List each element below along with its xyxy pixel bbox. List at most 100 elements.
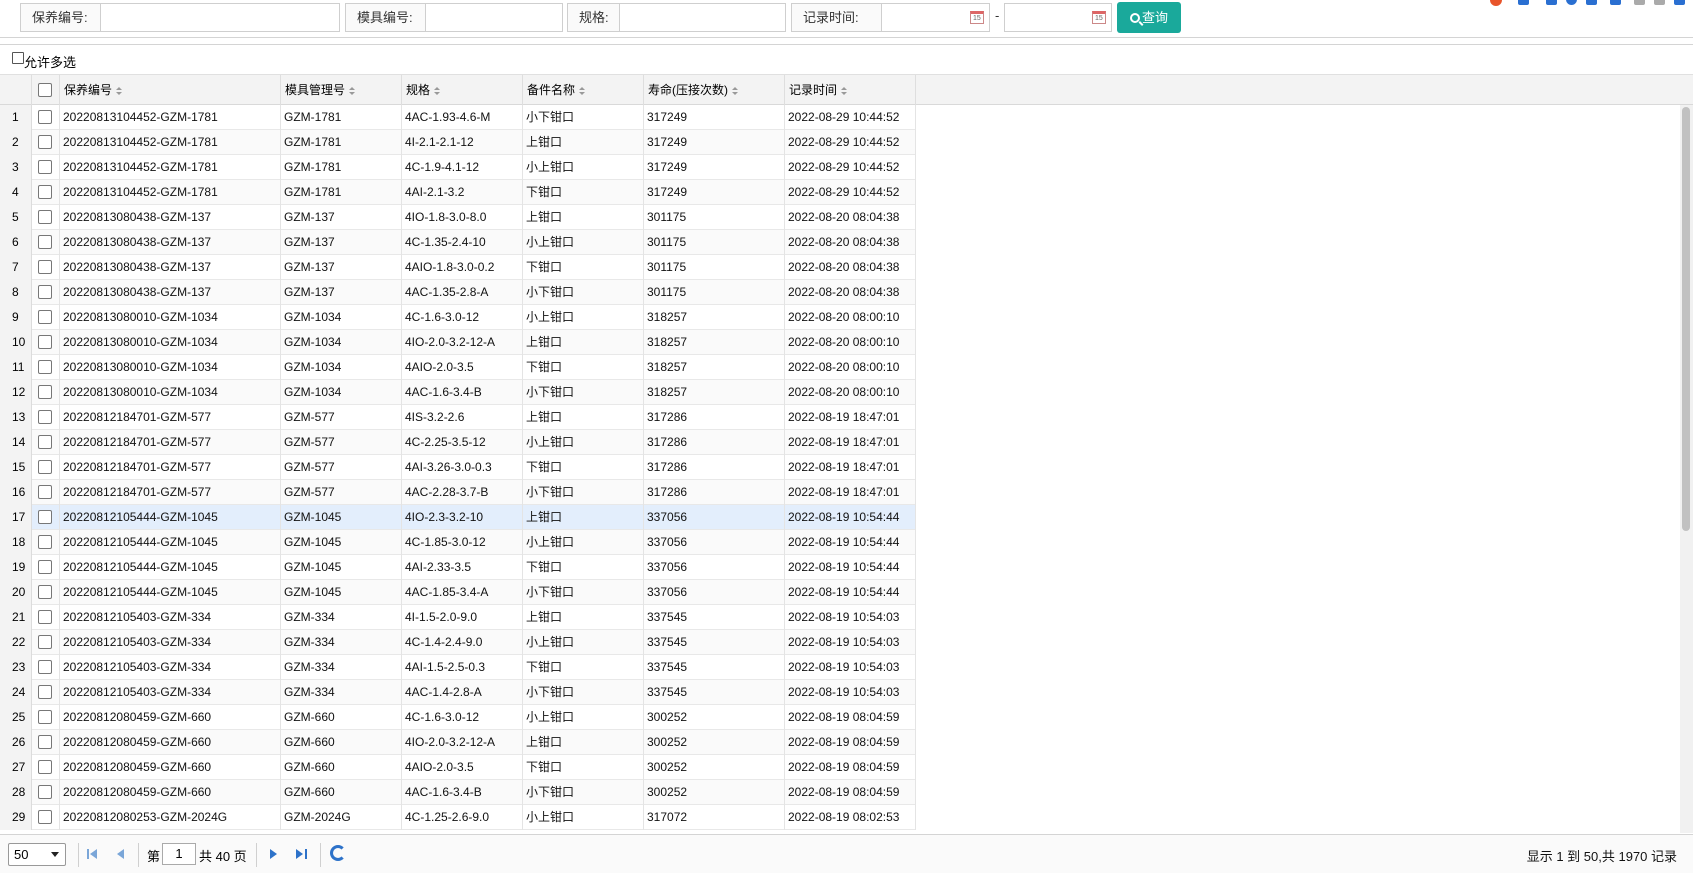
table-row[interactable]: 16 20220812184701-GZM-577 GZM-577 4AC-2.28-…: [0, 480, 916, 505]
row-checkbox[interactable]: [38, 510, 52, 524]
table-row[interactable]: 1 20220813104452-GZM-1781 GZM-1781 4AC-1.93…: [0, 105, 916, 130]
last-page-button[interactable]: [294, 847, 308, 861]
table-row[interactable]: 4 20220813104452-GZM-1781 GZM-1781 4AI-2.1-…: [0, 180, 916, 205]
column-header-maint-no[interactable]: 保养编号: [60, 75, 281, 105]
row-checkbox[interactable]: [38, 135, 52, 149]
table-row[interactable]: 19 20220812105444-GZM-1045 GZM-1045 4AI-2.3…: [0, 555, 916, 580]
row-checkbox[interactable]: [38, 110, 52, 124]
sort-icon[interactable]: [579, 87, 586, 95]
table-row[interactable]: 3 20220813104452-GZM-1781 GZM-1781 4C-1.9-4…: [0, 155, 916, 180]
maint-no-input[interactable]: [101, 3, 340, 32]
tray-icon[interactable]: [1546, 0, 1557, 5]
sort-icon[interactable]: [434, 87, 441, 95]
tray-icon[interactable]: [1634, 0, 1645, 5]
row-checkbox[interactable]: [38, 360, 52, 374]
table-row[interactable]: 15 20220812184701-GZM-577 GZM-577 4AI-3.26-…: [0, 455, 916, 480]
row-checkbox[interactable]: [38, 735, 52, 749]
cell-record-time: 2022-08-19 10:54:44: [785, 530, 916, 555]
current-page-input[interactable]: 1: [162, 843, 196, 865]
table-row[interactable]: 17 20220812105444-GZM-1045 GZM-1045 4IO-2.3…: [0, 505, 916, 530]
row-checkbox[interactable]: [38, 310, 52, 324]
table-row[interactable]: 14 20220812184701-GZM-577 GZM-577 4C-2.25-3…: [0, 430, 916, 455]
table-row[interactable]: 23 20220812105403-GZM-334 GZM-334 4AI-1.5-2…: [0, 655, 916, 680]
sort-icon[interactable]: [116, 87, 123, 95]
column-header-part-name[interactable]: 备件名称: [523, 75, 644, 105]
table-row[interactable]: 11 20220813080010-GZM-1034 GZM-1034 4AIO-2.…: [0, 355, 916, 380]
tray-icon[interactable]: [1518, 0, 1529, 5]
tray-icon[interactable]: [1654, 0, 1665, 5]
table-row[interactable]: 24 20220812105403-GZM-334 GZM-334 4AC-1.4-2…: [0, 680, 916, 705]
table-row[interactable]: 26 20220812080459-GZM-660 GZM-660 4IO-2.0-3…: [0, 730, 916, 755]
vertical-scrollbar[interactable]: [1680, 105, 1693, 833]
table-row[interactable]: 10 20220813080010-GZM-1034 GZM-1034 4IO-2.0…: [0, 330, 916, 355]
column-header-life[interactable]: 寿命(压接次数): [644, 75, 785, 105]
spec-input[interactable]: [620, 3, 786, 32]
table-row[interactable]: 28 20220812080459-GZM-660 GZM-660 4AC-1.6-3…: [0, 780, 916, 805]
select-all-checkbox[interactable]: [38, 83, 52, 97]
table-row[interactable]: 22 20220812105403-GZM-334 GZM-334 4C-1.4-2.…: [0, 630, 916, 655]
row-checkbox[interactable]: [38, 810, 52, 824]
row-checkbox[interactable]: [38, 760, 52, 774]
table-row[interactable]: 2 20220813104452-GZM-1781 GZM-1781 4I-2.1-2…: [0, 130, 916, 155]
tray-icon[interactable]: [1566, 0, 1577, 5]
prev-page-button[interactable]: [114, 847, 128, 861]
tray-icon[interactable]: [1674, 0, 1685, 5]
table-row[interactable]: 25 20220812080459-GZM-660 GZM-660 4C-1.6-3.…: [0, 705, 916, 730]
row-checkbox[interactable]: [38, 660, 52, 674]
page-size-select[interactable]: 50: [8, 843, 66, 866]
column-header-mold-no[interactable]: 模具管理号: [281, 75, 402, 105]
sort-icon[interactable]: [841, 87, 848, 95]
row-checkbox[interactable]: [38, 160, 52, 174]
row-checkbox[interactable]: [38, 785, 52, 799]
scrollbar-thumb[interactable]: [1682, 107, 1690, 531]
multi-select-checkbox[interactable]: [12, 52, 24, 64]
mold-no-input[interactable]: [426, 3, 563, 32]
tray-icon[interactable]: [1610, 0, 1621, 5]
column-header-spec[interactable]: 规格: [402, 75, 523, 105]
row-checkbox[interactable]: [38, 260, 52, 274]
first-page-button[interactable]: [86, 847, 100, 861]
start-date-input[interactable]: 15: [882, 3, 990, 32]
table-row[interactable]: 12 20220813080010-GZM-1034 GZM-1034 4AC-1.6…: [0, 380, 916, 405]
row-checkbox[interactable]: [38, 460, 52, 474]
row-checkbox[interactable]: [38, 210, 52, 224]
row-checkbox[interactable]: [38, 435, 52, 449]
row-checkbox[interactable]: [38, 385, 52, 399]
row-checkbox[interactable]: [38, 710, 52, 724]
table-row[interactable]: 27 20220812080459-GZM-660 GZM-660 4AIO-2.0-…: [0, 755, 916, 780]
tray-icon[interactable]: [1586, 0, 1597, 5]
sort-icon[interactable]: [349, 87, 356, 95]
row-checkbox[interactable]: [38, 535, 52, 549]
table-row[interactable]: 6 20220813080438-GZM-137 GZM-137 4C-1.35-2.…: [0, 230, 916, 255]
row-checkbox[interactable]: [38, 485, 52, 499]
row-checkbox[interactable]: [38, 685, 52, 699]
search-button[interactable]: 查询: [1117, 2, 1181, 33]
row-checkbox[interactable]: [38, 585, 52, 599]
table-row[interactable]: 18 20220812105444-GZM-1045 GZM-1045 4C-1.85…: [0, 530, 916, 555]
table-row[interactable]: 29 20220812080253-GZM-2024G GZM-2024G 4C-1.…: [0, 805, 916, 830]
calendar-icon[interactable]: 15: [970, 11, 984, 24]
end-date-input[interactable]: 15: [1004, 3, 1112, 32]
table-row[interactable]: 9 20220813080010-GZM-1034 GZM-1034 4C-1.6-3…: [0, 305, 916, 330]
row-checkbox[interactable]: [38, 185, 52, 199]
row-checkbox[interactable]: [38, 235, 52, 249]
cell-maint-no: 20220812080459-GZM-660: [60, 780, 281, 805]
refresh-icon[interactable]: [330, 845, 346, 861]
next-page-button[interactable]: [266, 847, 280, 861]
table-row[interactable]: 20 20220812105444-GZM-1045 GZM-1045 4AC-1.8…: [0, 580, 916, 605]
row-checkbox[interactable]: [38, 635, 52, 649]
column-header-record-time[interactable]: 记录时间: [785, 75, 916, 105]
table-row[interactable]: 13 20220812184701-GZM-577 GZM-577 4IS-3.2-2…: [0, 405, 916, 430]
table-row[interactable]: 5 20220813080438-GZM-137 GZM-137 4IO-1.8-3.…: [0, 205, 916, 230]
table-row[interactable]: 21 20220812105403-GZM-334 GZM-334 4I-1.5-2.…: [0, 605, 916, 630]
row-checkbox[interactable]: [38, 610, 52, 624]
table-row[interactable]: 8 20220813080438-GZM-137 GZM-137 4AC-1.35-2…: [0, 280, 916, 305]
row-checkbox[interactable]: [38, 560, 52, 574]
row-checkbox[interactable]: [38, 335, 52, 349]
table-row[interactable]: 7 20220813080438-GZM-137 GZM-137 4AIO-1.8-3…: [0, 255, 916, 280]
cell-part-name: 小下钳口: [523, 780, 644, 805]
row-checkbox[interactable]: [38, 410, 52, 424]
row-checkbox[interactable]: [38, 285, 52, 299]
sort-icon[interactable]: [732, 87, 738, 95]
calendar-icon[interactable]: 15: [1092, 11, 1106, 24]
